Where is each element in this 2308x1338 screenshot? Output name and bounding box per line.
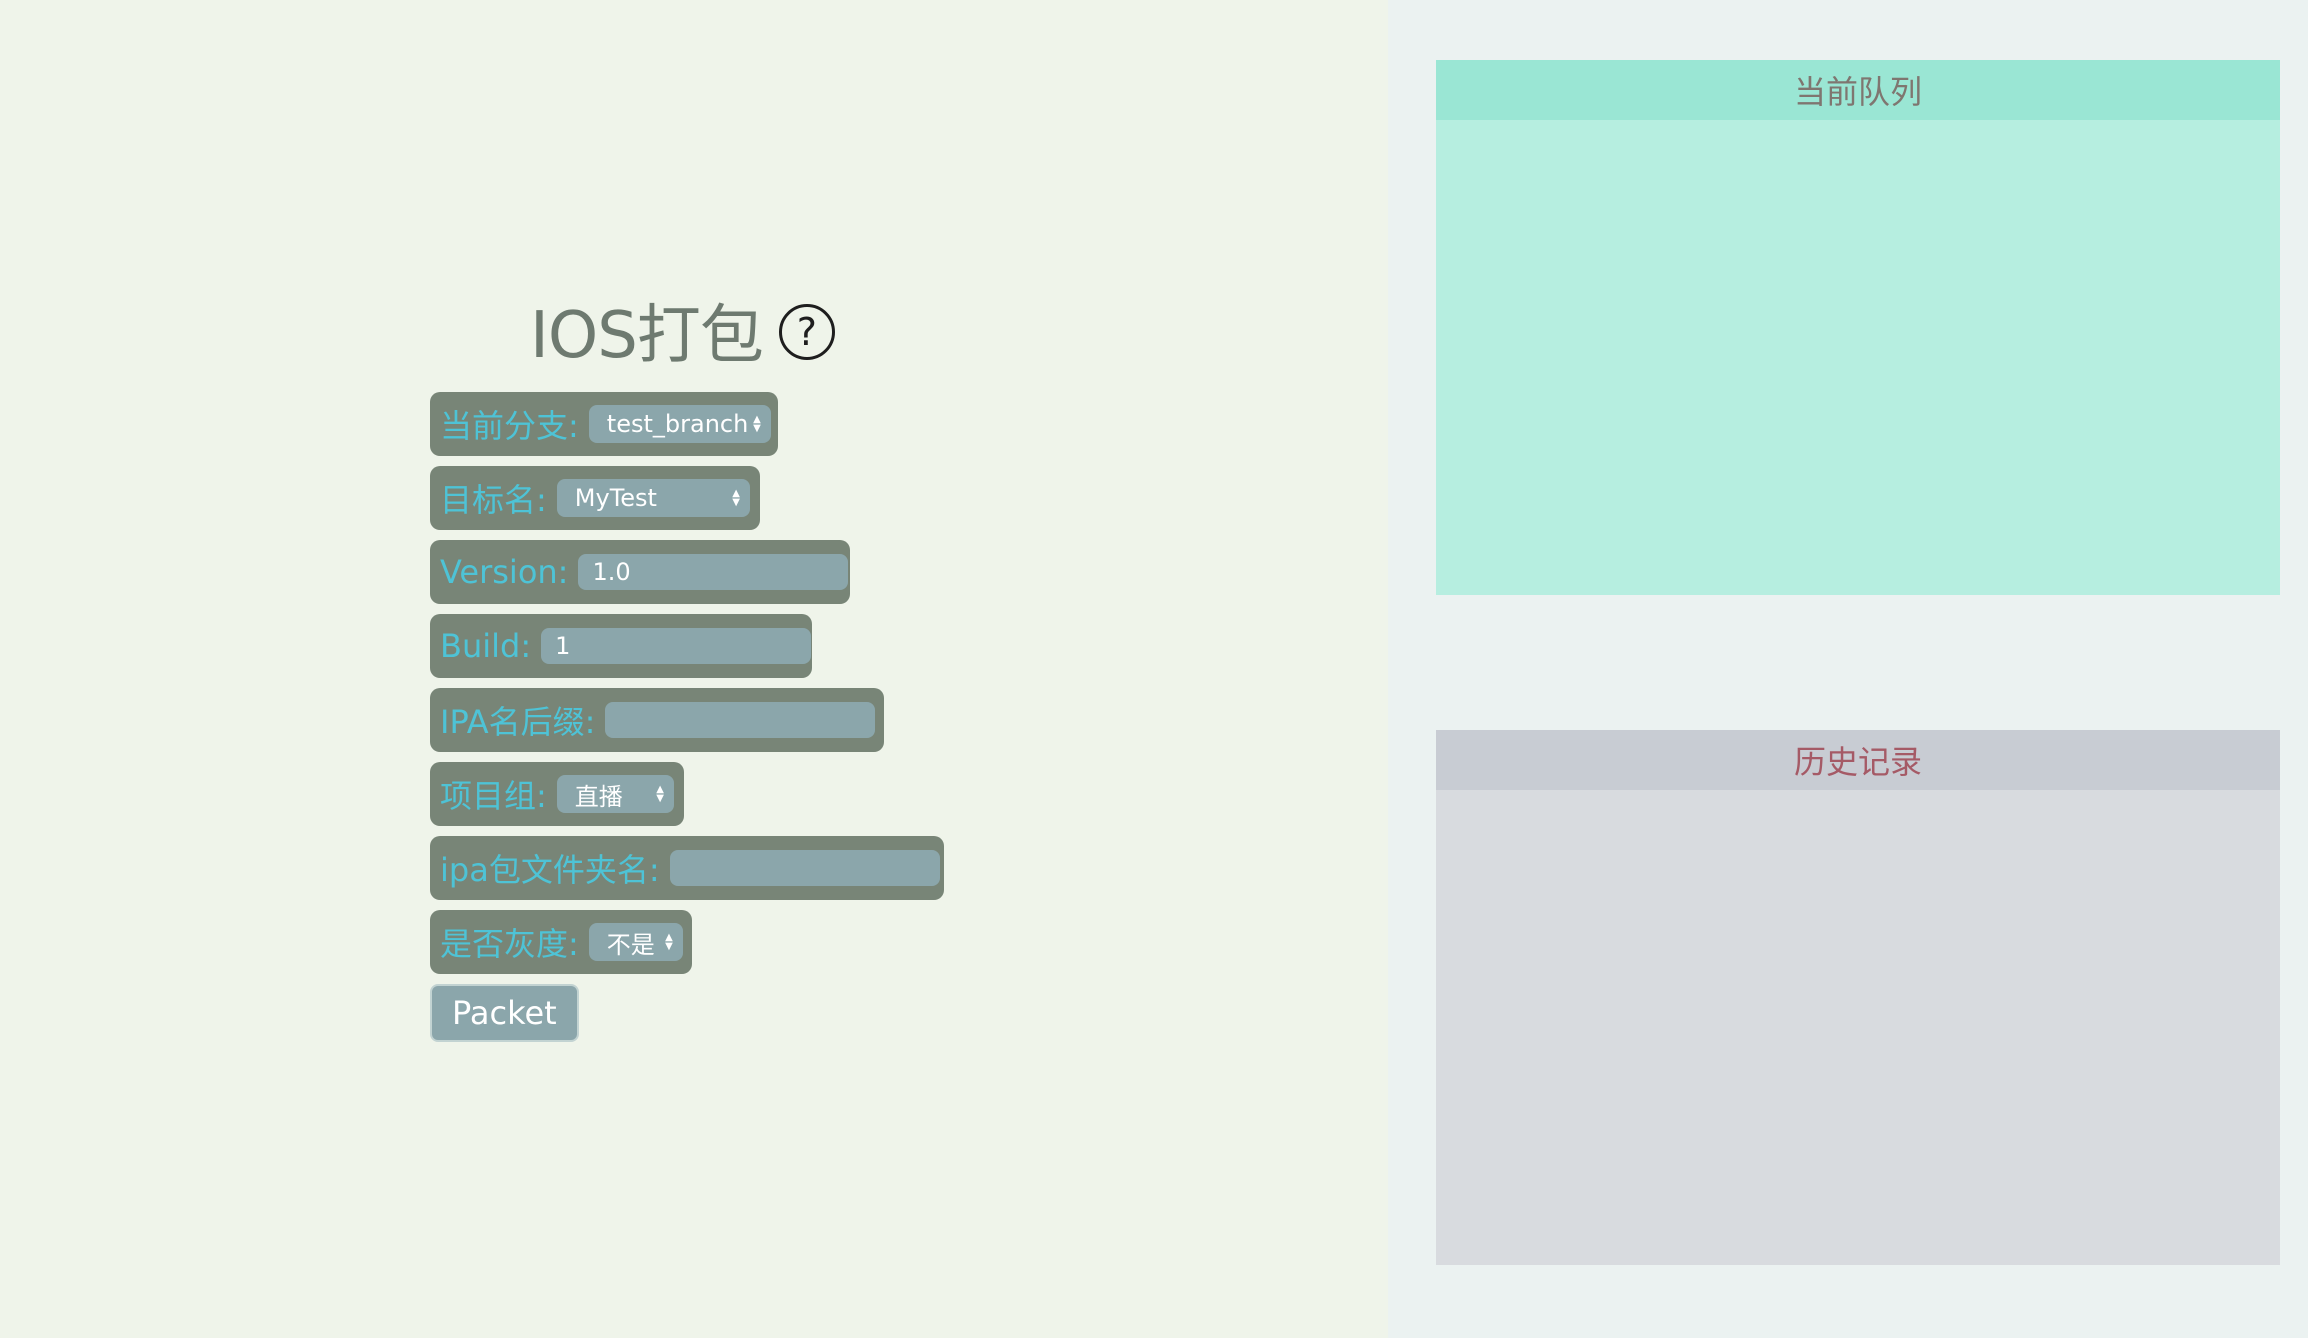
- ipa-suffix-row: IPA名后缀:: [430, 688, 884, 752]
- current-queue-panel: 当前队列: [1436, 60, 2280, 595]
- build-input[interactable]: [541, 628, 812, 664]
- history-panel: 历史记录: [1436, 730, 2280, 1265]
- project-group-select[interactable]: 直播 ▲ ▼: [556, 775, 674, 813]
- ipa-folder-input[interactable]: [669, 850, 940, 886]
- ipa-folder-row: ipa包文件夹名:: [430, 836, 944, 900]
- gray-label: 是否灰度:: [440, 925, 579, 963]
- version-label: Version:: [440, 553, 569, 591]
- project-group-row: 项目组: 直播 ▲ ▼: [430, 762, 684, 826]
- select-arrows-icon: ▲ ▼: [656, 784, 664, 804]
- history-list: [1436, 790, 2280, 1265]
- packet-button[interactable]: Packet: [430, 984, 579, 1042]
- gray-row: 是否灰度: 不是 ▲ ▼: [430, 910, 692, 974]
- target-label: 目标名:: [440, 481, 547, 519]
- select-arrows-icon: ▲ ▼: [732, 488, 740, 508]
- page: IOS打包 ? 当前分支: test_branch ▲ ▼ 目标名: MyTest: [0, 0, 2308, 1338]
- branch-select[interactable]: test_branch ▲ ▼: [588, 405, 771, 443]
- title-row: IOS打包 ?: [530, 296, 835, 376]
- branch-select-value: test_branch: [606, 410, 749, 438]
- version-row: Version:: [430, 540, 850, 604]
- branch-label: 当前分支:: [440, 407, 579, 445]
- target-row: 目标名: MyTest ▲ ▼: [430, 466, 760, 530]
- current-queue-list: [1436, 120, 2280, 595]
- ipa-suffix-label: IPA名后缀:: [440, 703, 596, 741]
- current-queue-header: 当前队列: [1436, 60, 2280, 120]
- page-title: IOS打包: [530, 299, 764, 373]
- packaging-form: 当前分支: test_branch ▲ ▼ 目标名: MyTest ▲ ▼ Ve…: [430, 392, 944, 1042]
- build-row: Build:: [430, 614, 812, 678]
- help-icon[interactable]: ?: [778, 304, 835, 360]
- select-arrows-icon: ▲ ▼: [665, 932, 673, 952]
- project-group-label: 项目组:: [440, 777, 547, 815]
- target-select[interactable]: MyTest ▲ ▼: [556, 479, 750, 517]
- ipa-suffix-input[interactable]: [605, 702, 876, 738]
- ipa-folder-label: ipa包文件夹名:: [440, 851, 660, 889]
- build-label: Build:: [440, 627, 532, 665]
- packaging-panel: IOS打包 ? 当前分支: test_branch ▲ ▼ 目标名: MyTest: [0, 0, 1388, 1338]
- gray-select-value: 不是: [606, 930, 655, 959]
- branch-row: 当前分支: test_branch ▲ ▼: [430, 392, 778, 456]
- version-input[interactable]: [578, 554, 849, 590]
- project-group-select-value: 直播: [574, 782, 623, 811]
- history-header: 历史记录: [1436, 730, 2280, 790]
- gray-select[interactable]: 不是 ▲ ▼: [588, 923, 683, 961]
- target-select-value: MyTest: [574, 484, 657, 512]
- select-arrows-icon: ▲ ▼: [753, 414, 761, 434]
